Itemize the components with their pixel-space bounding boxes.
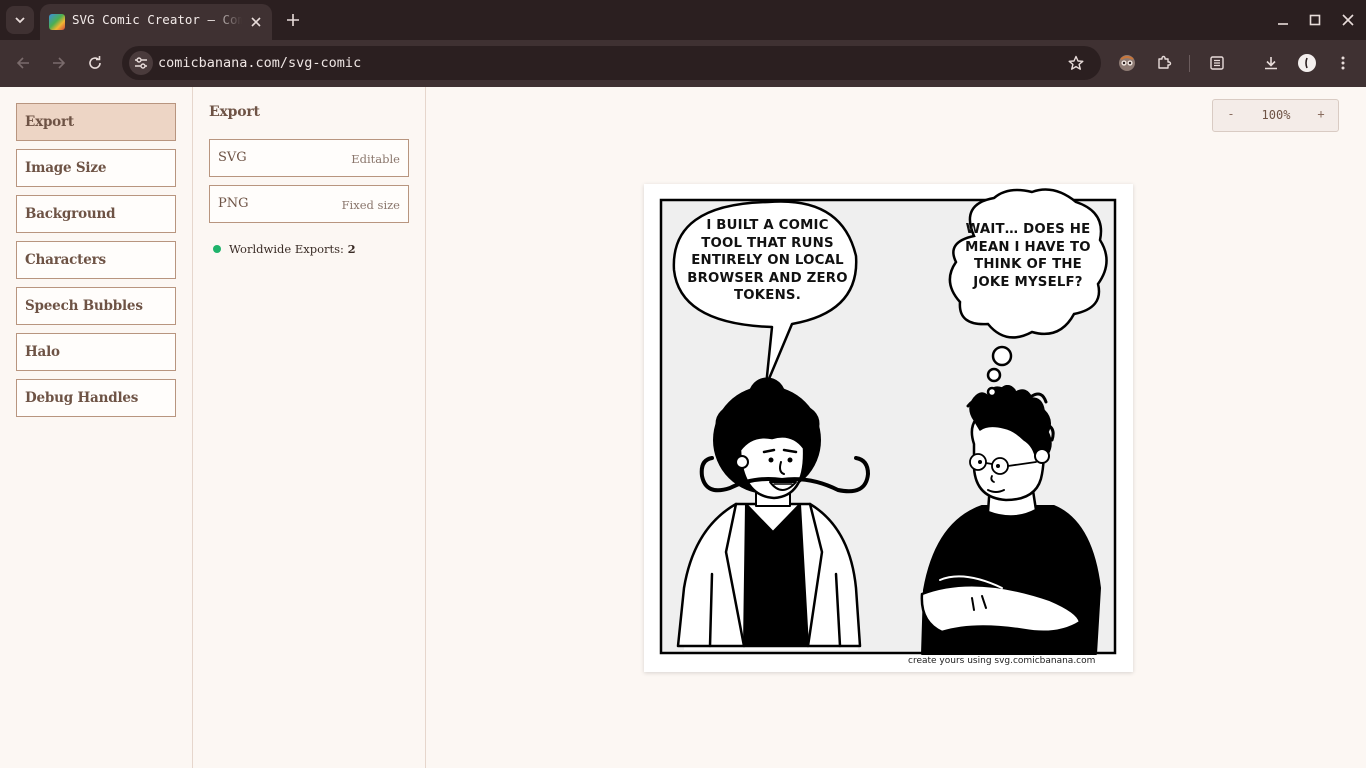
browser-titlebar: SVG Comic Creator – Comic Banana: [0, 0, 1366, 40]
sidebar: Export Image Size Background Characters …: [0, 87, 193, 768]
stat-label: Worldwide Exports:: [229, 242, 344, 256]
panel-title: Export: [209, 104, 260, 120]
tune-icon[interactable]: [129, 51, 153, 75]
export-option-note: Editable: [351, 152, 400, 166]
avatar[interactable]: [1296, 52, 1318, 74]
export-option-note: Fixed size: [341, 198, 400, 212]
star-icon[interactable]: [1066, 53, 1086, 73]
browser-tab[interactable]: SVG Comic Creator – Comic Banana: [40, 4, 272, 40]
stat-value: 2: [347, 242, 356, 256]
comic-favicon-icon: [49, 14, 65, 30]
thought-bubble-text[interactable]: WAIT… DOES HE MEAN I HAVE TO THINK OF TH…: [962, 221, 1094, 291]
plus-icon[interactable]: [281, 8, 305, 32]
status-dot-icon: [213, 245, 221, 253]
window-close-icon[interactable]: [1338, 10, 1358, 30]
arrow-left-icon[interactable]: [12, 52, 34, 74]
chevron-down-icon[interactable]: [6, 6, 34, 34]
zoom-out-button[interactable]: -: [1221, 107, 1241, 121]
zoom-control: - 100% +: [1212, 99, 1339, 132]
export-png-button[interactable]: PNG Fixed size: [209, 185, 409, 223]
browser-toolbar: comicbanana.com/svg-comic: [0, 40, 1366, 87]
comic-canvas[interactable]: I BUILT A COMIC TOOL THAT RUNS ENTIRELY …: [644, 184, 1133, 672]
comic-creator-app: Export Image Size Background Characters …: [0, 87, 1366, 768]
export-panel: Export SVG Editable PNG Fixed size World…: [193, 87, 426, 768]
url-text[interactable]: comicbanana.com/svg-comic: [158, 55, 361, 71]
profile-extension-icon[interactable]: [1116, 52, 1138, 74]
minimize-icon[interactable]: [1273, 10, 1293, 30]
export-option-name: PNG: [218, 196, 249, 211]
reload-icon[interactable]: [84, 52, 106, 74]
sidebar-item-speech-bubbles[interactable]: Speech Bubbles: [16, 287, 176, 325]
export-svg-button[interactable]: SVG Editable: [209, 139, 409, 177]
canvas-area: - 100% + I BUILT A COMIC TOOL THAT RUNS …: [426, 87, 1366, 768]
comic-watermark: create yours using svg.comicbanana.com: [908, 656, 1096, 666]
sidepanel-icon[interactable]: [1206, 52, 1228, 74]
zoom-level: 100%: [1261, 108, 1291, 122]
kebab-menu-icon[interactable]: [1332, 52, 1354, 74]
sidebar-item-background[interactable]: Background: [16, 195, 176, 233]
sidebar-item-halo[interactable]: Halo: [16, 333, 176, 371]
download-icon[interactable]: [1260, 52, 1282, 74]
close-icon[interactable]: [246, 12, 266, 32]
sidebar-item-image-size[interactable]: Image Size: [16, 149, 176, 187]
export-counter: Worldwide Exports: 2: [213, 242, 356, 256]
sidebar-item-characters[interactable]: Characters: [16, 241, 176, 279]
export-option-name: SVG: [218, 150, 247, 165]
zoom-in-button[interactable]: +: [1311, 107, 1331, 121]
sidebar-item-export[interactable]: Export: [16, 103, 176, 141]
speech-bubble-text[interactable]: I BUILT A COMIC TOOL THAT RUNS ENTIRELY …: [685, 217, 850, 305]
tab-title: SVG Comic Creator – Comic Banana: [72, 12, 242, 27]
maximize-icon[interactable]: [1305, 10, 1325, 30]
puzzle-icon[interactable]: [1153, 52, 1175, 74]
address-bar[interactable]: comicbanana.com/svg-comic: [122, 46, 1101, 80]
sidebar-item-debug-handles[interactable]: Debug Handles: [16, 379, 176, 417]
toolbar-divider: [1189, 55, 1190, 72]
arrow-right-icon[interactable]: [48, 52, 70, 74]
